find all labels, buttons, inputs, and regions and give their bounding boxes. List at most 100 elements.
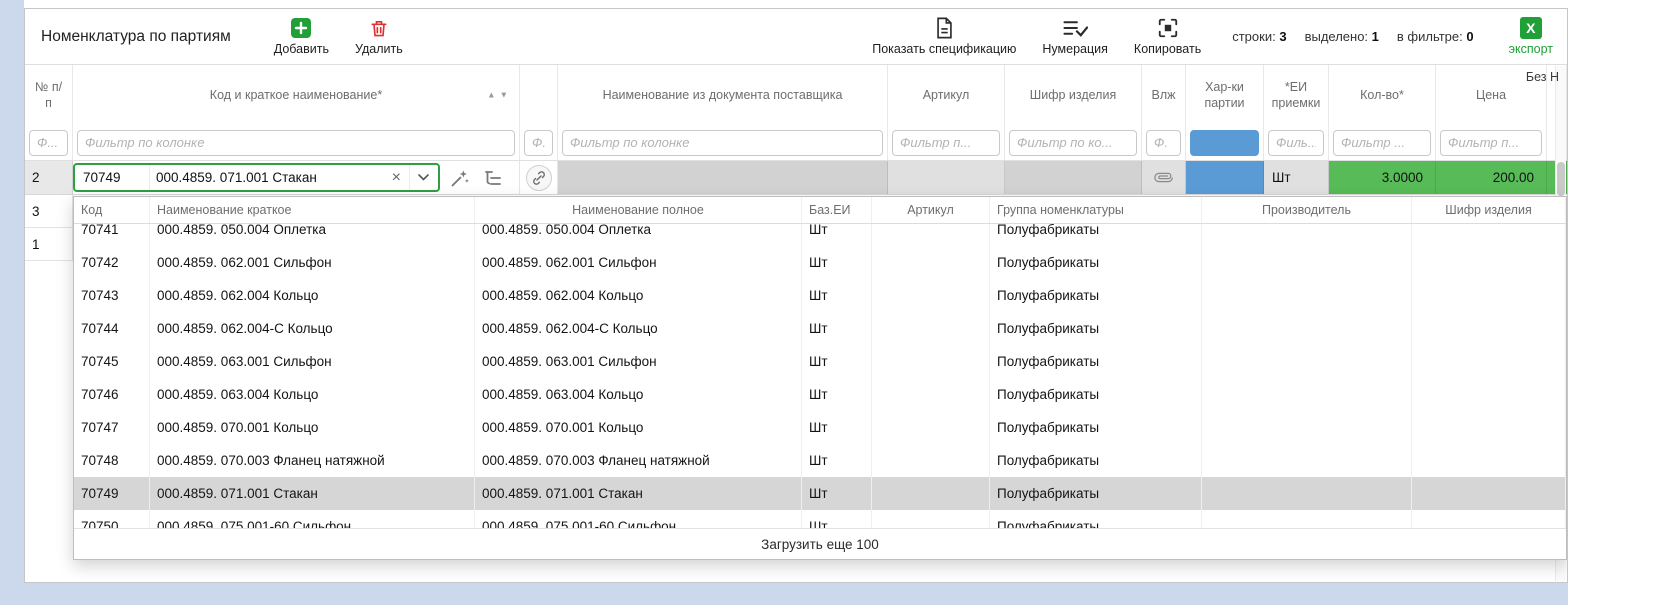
dd-cell-manufacturer <box>1202 279 1412 312</box>
link-icon[interactable] <box>526 165 552 191</box>
dd-cell-group: Полуфабрикаты <box>990 224 1202 246</box>
column-header-f[interactable] <box>520 65 558 125</box>
dd-cell-manufacturer <box>1202 312 1412 345</box>
batch-chars-cell[interactable] <box>1186 161 1264 194</box>
column-header-attachments[interactable]: Влж <box>1142 65 1186 125</box>
in-filter-counter: в фильтре: 0 <box>1397 29 1474 44</box>
filter-input-supplier-name[interactable] <box>562 130 883 156</box>
ei-cell[interactable]: Шт <box>1264 161 1329 194</box>
toolbar-right: Показать спецификацию Нумерация Копирова… <box>859 17 1557 56</box>
dd-cell-shifr <box>1412 378 1566 411</box>
numbering-label: Нумерация <box>1042 42 1108 56</box>
row-number-cell[interactable]: 1 <box>25 228 73 261</box>
column-header-num[interactable]: № п/п <box>25 65 73 125</box>
dd-cell-artikul <box>872 411 990 444</box>
dd-cell-manufacturer <box>1202 477 1412 510</box>
column-header-supplier-name[interactable]: Наименование из документа поставщика <box>558 65 888 125</box>
dd-cell-manufacturer <box>1202 345 1412 378</box>
dd-cell-short-name: 000.4859. 050.004 Оплетка <box>150 224 475 246</box>
dd-cell-artikul <box>872 224 990 246</box>
dd-cell-full-name: 000.4859. 062.001 Сильфон <box>475 246 802 279</box>
dd-cell-shifr <box>1412 477 1566 510</box>
magic-wand-icon[interactable] <box>447 166 473 190</box>
filter-input-batch-chars[interactable] <box>1190 130 1259 156</box>
filter-input-attachments[interactable] <box>1146 130 1181 156</box>
row-number-cell[interactable]: 3 <box>25 195 73 228</box>
dd-cell-artikul <box>872 444 990 477</box>
dd-cell-full-name: 000.4859. 062.004-С Кольцо <box>475 312 802 345</box>
dropdown-header: Код Наименование краткое Наименование по… <box>74 197 1566 224</box>
clear-icon[interactable]: × <box>384 170 409 186</box>
add-button[interactable]: Добавить <box>274 17 329 56</box>
dd-cell-code: 70747 <box>74 411 150 444</box>
dd-col-short-name: Наименование краткое <box>150 197 475 223</box>
chevron-down-icon[interactable] <box>410 174 438 181</box>
dropdown-row[interactable]: 70741 000.4859. 050.004 Оплетка 000.4859… <box>74 224 1566 246</box>
dd-cell-code: 70745 <box>74 345 150 378</box>
dd-cell-full-name: 000.4859. 070.003 Фланец натяжной <box>475 444 802 477</box>
row-number-cell[interactable]: 2 <box>25 161 73 194</box>
dd-col-full-name: Наименование полное <box>475 197 802 223</box>
filter-input-qty[interactable] <box>1333 130 1431 156</box>
column-header-qty[interactable]: Кол-во* <box>1329 65 1436 125</box>
dd-cell-code: 70744 <box>74 312 150 345</box>
dd-cell-shifr <box>1412 279 1566 312</box>
dropdown-row[interactable]: 70745 000.4859. 063.001 Сильфон 000.4859… <box>74 345 1566 378</box>
dd-cell-shifr <box>1412 444 1566 477</box>
show-specification-button[interactable]: Показать спецификацию <box>872 17 1016 56</box>
dd-cell-base-ei: Шт <box>802 444 872 477</box>
dropdown-row[interactable]: 70747 000.4859. 070.001 Кольцо 000.4859.… <box>74 411 1566 444</box>
filter-input-ei[interactable] <box>1268 130 1324 156</box>
column-header-code-name[interactable]: Код и краткое наименование* ▲▼ <box>73 65 520 125</box>
dd-cell-shifr <box>1412 224 1566 246</box>
dd-cell-code: 70750 <box>74 510 150 528</box>
filter-input-f[interactable] <box>524 130 553 156</box>
dropdown-row[interactable]: 70749 000.4859. 071.001 Стакан 000.4859.… <box>74 477 1566 510</box>
hierarchy-tree-icon[interactable] <box>480 166 506 190</box>
dd-cell-manufacturer <box>1202 224 1412 246</box>
filter-input-shifr[interactable] <box>1009 130 1137 156</box>
grid-counters: строки: 3 выделено: 1 в фильтре: 0 <box>1232 29 1473 44</box>
sort-desc-icon: ▼ <box>500 89 512 99</box>
dropdown-row[interactable]: 70748 000.4859. 070.003 Фланец натяжной … <box>74 444 1566 477</box>
scrollbar-thumb[interactable] <box>1557 162 1565 196</box>
price-cell[interactable]: 200.00 <box>1436 161 1547 194</box>
column-header-ei[interactable]: *ЕИ приемки <box>1264 65 1329 125</box>
dropdown-row[interactable]: 70750 000.4859. 075.001-60 Сильфон 000.4… <box>74 510 1566 528</box>
dd-cell-code: 70743 <box>74 279 150 312</box>
filter-cell-shifr <box>1005 125 1142 160</box>
qty-cell[interactable]: 3.0000 <box>1329 161 1436 194</box>
copy-button[interactable]: Копировать <box>1134 17 1201 56</box>
column-header-artikul[interactable]: Артикул <box>888 65 1005 125</box>
numbering-button[interactable]: Нумерация <box>1042 17 1108 56</box>
dropdown-row[interactable]: 70746 000.4859. 063.004 Кольцо 000.4859.… <box>74 378 1566 411</box>
dd-cell-short-name: 000.4859. 062.001 Сильфон <box>150 246 475 279</box>
column-header-batch-chars[interactable]: Хар-ки партии <box>1186 65 1264 125</box>
dd-cell-artikul <box>872 378 990 411</box>
filter-input-code-name[interactable] <box>77 130 515 156</box>
filter-input-price[interactable] <box>1440 130 1542 156</box>
dropdown-row[interactable]: 70742 000.4859. 062.001 Сильфон 000.4859… <box>74 246 1566 279</box>
dropdown-row[interactable]: 70743 000.4859. 062.004 Кольцо 000.4859.… <box>74 279 1566 312</box>
attachments-cell[interactable] <box>1142 161 1186 194</box>
dd-cell-group: Полуфабрикаты <box>990 477 1202 510</box>
nomenclature-combo-editor[interactable]: 70749 000.4859. 071.001 Стакан × <box>73 163 440 192</box>
dd-cell-group: Полуфабрикаты <box>990 345 1202 378</box>
dd-cell-group: Полуфабрикаты <box>990 279 1202 312</box>
sort-icons[interactable]: ▲▼ <box>487 89 512 100</box>
dd-cell-shifr <box>1412 510 1566 528</box>
page-title: Номенклатура по партиям <box>41 28 231 46</box>
dd-cell-short-name: 000.4859. 075.001-60 Сильфон <box>150 510 475 528</box>
dd-cell-artikul <box>872 312 990 345</box>
sort-asc-icon: ▲ <box>487 89 499 99</box>
column-header-shifr[interactable]: Шифр изделия <box>1005 65 1142 125</box>
delete-button[interactable]: Удалить <box>355 17 403 56</box>
dd-cell-base-ei: Шт <box>802 246 872 279</box>
dropdown-row[interactable]: 70744 000.4859. 062.004-С Кольцо 000.485… <box>74 312 1566 345</box>
filter-input-num[interactable] <box>29 130 68 156</box>
selected-counter: выделено: 1 <box>1305 29 1379 44</box>
filter-input-artikul[interactable] <box>892 130 1000 156</box>
dd-cell-short-name: 000.4859. 062.004-С Кольцо <box>150 312 475 345</box>
load-more-button[interactable]: Загрузить еще 100 <box>74 528 1566 559</box>
excel-export-button[interactable]: X экспорт <box>1509 17 1553 56</box>
